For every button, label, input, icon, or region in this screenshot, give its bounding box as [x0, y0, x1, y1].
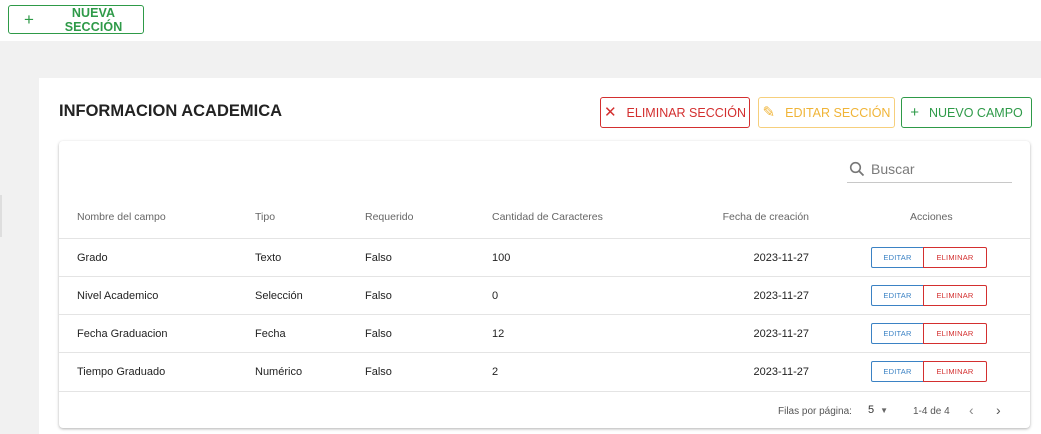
delete-row-button[interactable]: ELIMINAR	[923, 361, 987, 382]
left-edge-marker	[0, 195, 2, 237]
edit-section-button[interactable]: ✎ EDITAR SECCIÓN	[758, 97, 895, 128]
table-row: Fecha Graduacion Fecha Falso 12 2023-11-…	[59, 314, 1030, 352]
new-section-label: NUEVA SECCIÓN	[64, 5, 123, 34]
edit-row-button[interactable]: EDITAR	[871, 323, 924, 344]
delete-row-button[interactable]: ELIMINAR	[923, 247, 987, 268]
table-row: Nivel Academico Selección Falso 0 2023-1…	[59, 276, 1030, 314]
edit-row-button[interactable]: EDITAR	[871, 361, 924, 382]
cell-created: 2023-11-27	[753, 328, 809, 340]
cell-chars: 12	[492, 328, 505, 340]
section-card: INFORMACION ACADEMICA ✕ ELIMINAR SECCIÓN…	[39, 78, 1041, 434]
page-range: 1-4 de 4	[913, 406, 950, 417]
cell-name: Fecha Graduacion	[77, 328, 168, 340]
pencil-icon: ✎	[762, 104, 776, 121]
cell-created: 2023-11-27	[753, 366, 809, 378]
row-actions: EDITAR ELIMINAR	[871, 285, 987, 306]
row-actions: EDITAR ELIMINAR	[871, 247, 987, 268]
close-icon: ✕	[603, 104, 617, 121]
cell-required: Falso	[365, 328, 392, 340]
next-page-button[interactable]: ›	[996, 402, 1001, 418]
fields-table: Nombre del campo Tipo Requerido Cantidad…	[59, 141, 1030, 428]
rows-per-page-value: 5	[868, 404, 875, 416]
rows-per-page-label: Filas por página:	[778, 406, 852, 417]
cell-required: Falso	[365, 290, 392, 302]
cell-chars: 2	[492, 366, 499, 378]
delete-section-label: ELIMINAR SECCIÓN	[626, 105, 747, 120]
header-name[interactable]: Nombre del campo	[77, 211, 166, 223]
chevron-down-icon: ▼	[880, 405, 889, 415]
edit-section-label: EDITAR SECCIÓN	[785, 105, 891, 120]
row-actions: EDITAR ELIMINAR	[871, 361, 987, 382]
cell-type: Fecha	[255, 328, 286, 340]
table-row: Grado Texto Falso 100 2023-11-27 EDITAR …	[59, 238, 1030, 276]
header-chars[interactable]: Cantidad de Caracteres	[492, 211, 603, 223]
plus-icon: +	[910, 104, 919, 121]
plus-icon: +	[24, 10, 35, 29]
cell-required: Falso	[365, 366, 392, 378]
cell-type: Texto	[255, 252, 282, 264]
cell-type: Numérico	[255, 366, 303, 378]
new-section-button[interactable]: + NUEVA SECCIÓN	[8, 5, 144, 34]
edit-row-button[interactable]: EDITAR	[871, 247, 924, 268]
previous-page-button[interactable]: ‹	[969, 402, 974, 418]
row-actions: EDITAR ELIMINAR	[871, 323, 987, 344]
table-row: Tiempo Graduado Numérico Falso 2 2023-11…	[59, 352, 1030, 390]
search-icon	[849, 161, 865, 177]
cell-name: Nivel Academico	[77, 290, 159, 302]
cell-chars: 0	[492, 290, 499, 302]
cell-created: 2023-11-27	[753, 252, 809, 264]
cell-chars: 100	[492, 252, 511, 264]
header-required[interactable]: Requerido	[365, 211, 413, 223]
header-type[interactable]: Tipo	[255, 211, 275, 223]
header-created[interactable]: Fecha de creación	[689, 211, 809, 223]
delete-row-button[interactable]: ELIMINAR	[923, 285, 987, 306]
cell-name: Grado	[77, 252, 108, 264]
delete-section-button[interactable]: ✕ ELIMINAR SECCIÓN	[600, 97, 750, 128]
header-actions: Acciones	[910, 211, 953, 223]
delete-row-button[interactable]: ELIMINAR	[923, 323, 987, 344]
rows-per-page-select[interactable]: 5 ▼	[868, 404, 888, 416]
edit-row-button[interactable]: EDITAR	[871, 285, 924, 306]
pagination: Filas por página: 5 ▼ 1-4 de 4 ‹ ›	[59, 391, 1030, 428]
search-input[interactable]	[871, 161, 1001, 177]
search-field	[847, 156, 1012, 183]
new-field-button[interactable]: + NUEVO CAMPO	[901, 97, 1032, 128]
cell-created: 2023-11-27	[753, 290, 809, 302]
new-field-label: NUEVO CAMPO	[929, 105, 1023, 120]
cell-name: Tiempo Graduado	[77, 366, 166, 378]
cell-type: Selección	[255, 290, 303, 302]
section-title: INFORMACION ACADEMICA	[59, 102, 283, 120]
cell-required: Falso	[365, 252, 392, 264]
